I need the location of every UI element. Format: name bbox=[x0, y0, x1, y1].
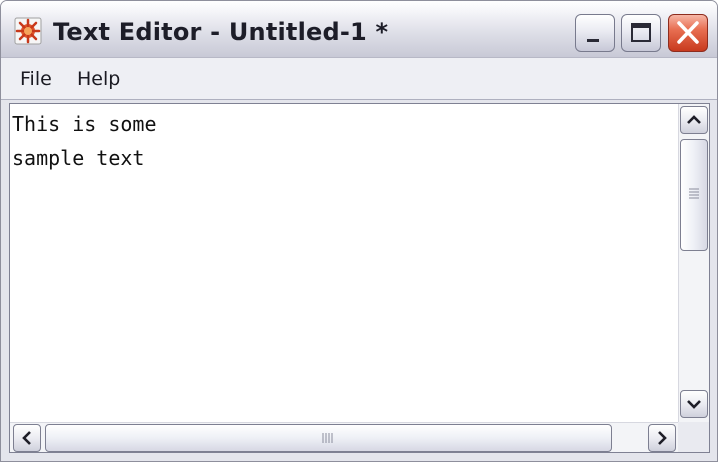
scroll-left-button[interactable] bbox=[13, 424, 41, 452]
minimize-icon bbox=[587, 39, 599, 42]
scroll-up-button[interactable] bbox=[680, 106, 708, 134]
menu-help[interactable]: Help bbox=[77, 68, 120, 90]
chevron-down-icon bbox=[687, 400, 701, 409]
menu-file[interactable]: File bbox=[20, 68, 52, 90]
minimize-button[interactable] bbox=[575, 14, 615, 52]
text-editor-window: Text Editor - Untitled-1 * File Help Thi… bbox=[0, 0, 718, 462]
vertical-scrollbar[interactable] bbox=[678, 104, 709, 422]
vertical-scroll-thumb[interactable] bbox=[680, 139, 708, 251]
grip-lines-icon bbox=[689, 188, 699, 199]
title-bar[interactable]: Text Editor - Untitled-1 * bbox=[1, 1, 717, 58]
text-line: This is some bbox=[12, 112, 157, 136]
scrollbar-corner bbox=[678, 422, 709, 452]
window-title: Text Editor - Untitled-1 * bbox=[53, 18, 389, 46]
horizontal-scrollbar[interactable] bbox=[10, 422, 678, 452]
chevron-right-icon bbox=[658, 431, 667, 445]
grip-lines-icon bbox=[322, 433, 333, 443]
close-button[interactable] bbox=[668, 14, 708, 52]
editor-app-icon[interactable] bbox=[14, 17, 42, 45]
text-area[interactable]: This is some sample text bbox=[10, 104, 678, 422]
close-icon bbox=[677, 21, 699, 44]
maximize-button[interactable] bbox=[621, 14, 661, 52]
chevron-up-icon bbox=[687, 115, 701, 124]
maximize-icon bbox=[631, 23, 651, 42]
editor-frame: This is some sample text bbox=[9, 103, 710, 453]
text-line: sample text bbox=[12, 146, 145, 170]
menu-bar: File Help bbox=[1, 58, 717, 100]
horizontal-scroll-thumb[interactable] bbox=[45, 424, 612, 452]
chevron-left-icon bbox=[22, 431, 31, 445]
scroll-down-button[interactable] bbox=[680, 390, 708, 418]
scroll-right-button[interactable] bbox=[648, 424, 676, 452]
